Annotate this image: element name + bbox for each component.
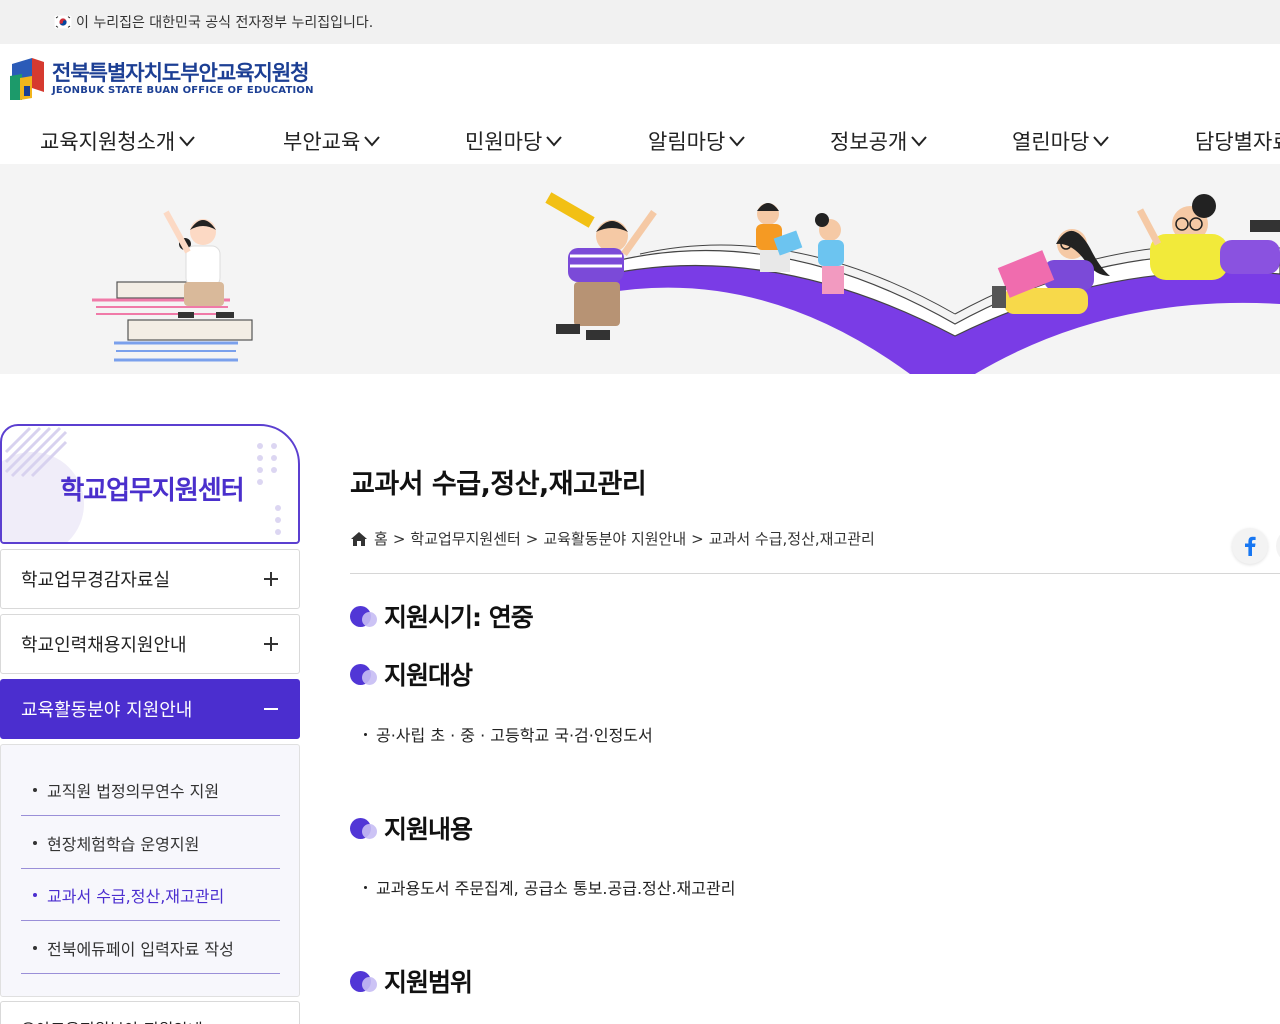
chevron-down-icon [911, 136, 928, 147]
sidebar-item-workload-materials[interactable]: 학교업무경감자료실 [0, 549, 300, 609]
gnb-item-buan-education[interactable]: 부안교육 [283, 126, 381, 156]
section-title-content: 지원내용 [350, 810, 473, 846]
section-title-scope: 지원범위 [350, 963, 473, 999]
bullet-dot-icon [33, 892, 37, 897]
home-icon[interactable] [350, 531, 368, 547]
plus-icon [264, 637, 278, 651]
sidebar-item-recruitment[interactable]: 학교인력채용지원안내 [0, 614, 300, 674]
section-title-period: 지원시기: 연중 [350, 598, 534, 634]
sidebar-submenu: 교직원 법정의무연수 지원 현장체험학습 운영지원 교과서 수급,정산,재고관리… [0, 744, 300, 997]
bullet-dot-icon [364, 732, 367, 736]
sidebar-item-label: 학교인력채용지원안내 [21, 635, 187, 656]
sidebar-item-early-childhood[interactable]: 유아교육지원분야 지원안내 [0, 1001, 300, 1024]
sidebar-title: 학교업무지원센터 [60, 476, 244, 506]
submenu-item-label: 교직원 법정의무연수 지원 [47, 781, 220, 801]
plus-icon [264, 572, 278, 586]
section-title-text: 지원시기: 연중 [384, 603, 534, 632]
facebook-icon [1245, 536, 1256, 556]
gnb-item-label: 교육지원청소개 [40, 130, 176, 154]
hero-books-kids-image [92, 192, 1280, 374]
gnb-item-open[interactable]: 열린마당 [1012, 126, 1110, 156]
sidebar-item-education-activity[interactable]: 교육활동분야 지원안내 [0, 679, 300, 739]
breadcrumb-separator: > [691, 529, 704, 548]
hero-illustration [0, 164, 1280, 374]
section-title-text: 지원내용 [384, 815, 473, 844]
chevron-down-icon [1093, 136, 1110, 147]
logo-name-ko: 전북특별자치도부안교육지원청 [52, 61, 309, 85]
book-stack-image [92, 281, 253, 362]
sidebar-item-label: 교육활동분야 지원안내 [21, 700, 193, 721]
breadcrumb: 홈 > 학교업무지원센터 > 교육활동분야 지원안내 > 교과서 수급,정산,재… [350, 528, 875, 549]
gnb-item-label: 민원마당 [465, 130, 543, 154]
kid-right-image [1136, 194, 1280, 280]
section-title-target: 지원대상 [350, 656, 473, 692]
breadcrumb-separator: > [392, 529, 406, 548]
chevron-down-icon [179, 136, 196, 147]
gnb-item-notice[interactable]: 알림마당 [648, 126, 746, 156]
section-text-content: 교과용도서 주문집계, 공급소 통보.공급.정산.재고관리 [364, 875, 735, 899]
korea-flag-icon [53, 14, 73, 30]
bullet-dot-icon [33, 787, 37, 792]
chevron-down-icon [364, 136, 381, 147]
gnb-item-label: 담당별자료 [1195, 130, 1280, 154]
main-navigation: 교육지원청소개 부안교육 민원마당 알림마당 정보공개 열린마당 담당별자료 [0, 126, 1280, 164]
section-title-text: 지원대상 [384, 661, 473, 690]
breadcrumb-level-1[interactable]: 학교업무지원센터 [410, 528, 520, 549]
section-text-target: 공·사립 초 · 중 · 고등학교 국·검·인정도서 [364, 722, 653, 746]
submenu-item-label: 교과서 수급,정산,재고관리 [47, 886, 225, 906]
bullet-dot-icon [33, 945, 37, 950]
bullet-dot-icon [33, 840, 37, 845]
submenu-item-mandatory-training[interactable]: 교직원 법정의무연수 지원 [21, 764, 280, 816]
section-bullet-icon [350, 969, 378, 993]
breadcrumb-separator: > [525, 529, 539, 548]
logo-mark-icon [8, 58, 46, 100]
section-title-text: 지원범위 [384, 968, 473, 997]
page-title: 교과서 수급,정산,재고관리 [350, 469, 647, 500]
gnb-item-materials[interactable]: 담당별자료 [1195, 126, 1280, 156]
chevron-down-icon [546, 136, 563, 147]
submenu-item-label: 현장체험학습 운영지원 [47, 834, 200, 854]
sidebar-item-label: 유아교육지원분야 지원안내 [21, 1016, 203, 1024]
share-button[interactable] [1276, 528, 1280, 564]
gov-banner: 이 누리집은 대한민국 공식 전자정부 누리집입니다. [0, 0, 1280, 44]
gnb-item-label: 열린마당 [1012, 130, 1090, 154]
gnb-item-label: 정보공개 [830, 130, 908, 154]
logo-name-en: JEONBUK STATE BUAN OFFICE OF EDUCATION [52, 85, 314, 96]
submenu-item-field-trip[interactable]: 현장체험학습 운영지원 [21, 817, 280, 869]
section-bullet-icon [350, 816, 378, 840]
bullet-dot-icon [364, 885, 367, 889]
section-bullet-icon [350, 662, 378, 686]
gnb-item-disclosure[interactable]: 정보공개 [830, 126, 928, 156]
gnb-item-civil[interactable]: 민원마당 [465, 126, 563, 156]
minus-icon [264, 708, 278, 710]
breadcrumb-home[interactable]: 홈 [374, 528, 388, 549]
facebook-share-button[interactable] [1232, 528, 1268, 564]
breadcrumb-current: 교과서 수급,정산,재고관리 [708, 530, 875, 548]
chevron-down-icon [729, 136, 746, 147]
section-bullet-icon [350, 604, 378, 628]
submenu-item-label: 전북에듀페이 입력자료 작성 [47, 939, 234, 959]
section-text: 공·사립 초 · 중 · 고등학교 국·검·인정도서 [376, 726, 653, 745]
gnb-item-label: 부안교육 [283, 130, 361, 154]
sidebar-item-label: 학교업무경감자료실 [21, 570, 171, 591]
submenu-item-textbook[interactable]: 교과서 수급,정산,재고관리 [21, 869, 280, 921]
sidebar-title-box: 학교업무지원센터 [0, 424, 300, 544]
gov-banner-text: 이 누리집은 대한민국 공식 전자정부 누리집입니다. [76, 15, 374, 31]
submenu-item-edupay[interactable]: 전북에듀페이 입력자료 작성 [21, 922, 280, 974]
kid-left-image [163, 210, 234, 318]
content-divider [350, 573, 1280, 574]
gnb-item-label: 알림마당 [648, 130, 726, 154]
site-logo[interactable]: 전북특별자치도부안교육지원청 JEONBUK STATE BUAN OFFICE… [8, 58, 314, 100]
gnb-item-intro[interactable]: 교육지원청소개 [40, 126, 196, 156]
site-header: 전북특별자치도부안교육지원청 JEONBUK STATE BUAN OFFICE… [0, 44, 1280, 164]
section-text: 교과용도서 주문집계, 공급소 통보.공급.정산.재고관리 [376, 879, 736, 898]
breadcrumb-level-2[interactable]: 교육활동분야 지원안내 [543, 528, 686, 549]
